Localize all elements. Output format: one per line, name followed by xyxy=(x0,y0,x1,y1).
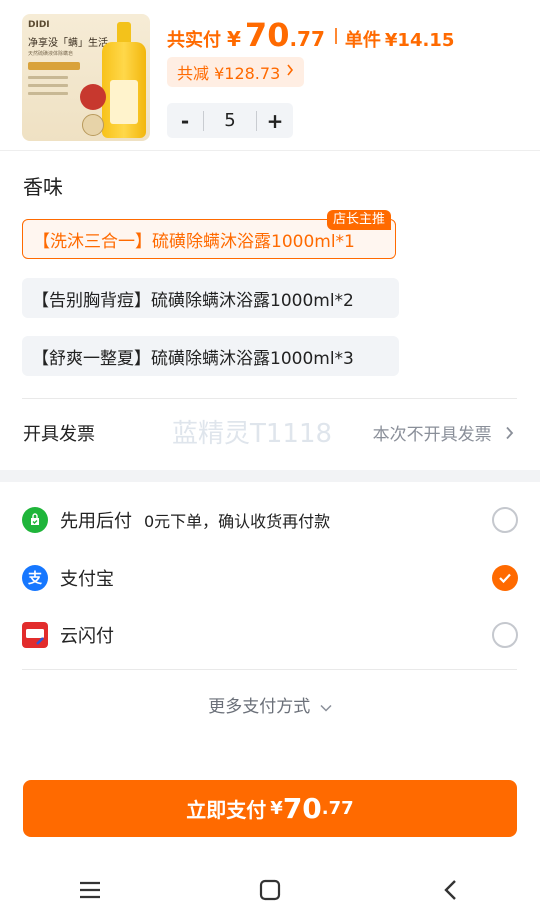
pay-button-amount-integer: 70 xyxy=(282,792,322,825)
scent-section-title: 香味 xyxy=(23,175,63,199)
payment-option-alipay[interactable]: 支 支付宝 xyxy=(22,558,518,598)
total-price-decimal: .77 xyxy=(289,27,325,51)
price-separator xyxy=(334,28,337,44)
chevron-down-icon xyxy=(320,697,332,717)
chevron-right-icon xyxy=(286,64,294,80)
home-icon[interactable] xyxy=(240,870,300,910)
invoice-label: 开具发票 xyxy=(23,424,95,445)
more-payment-label: 更多支付方式 xyxy=(208,697,311,717)
increase-quantity-button[interactable]: + xyxy=(257,109,293,133)
quantity-stepper: - 5 + xyxy=(167,103,293,138)
pay-button-currency: ¥ xyxy=(270,798,283,819)
total-price-integer: 70 xyxy=(244,16,290,54)
radio-button[interactable] xyxy=(492,622,518,648)
system-navigation-bar xyxy=(0,868,540,912)
decrease-quantity-button[interactable]: - xyxy=(167,109,203,133)
pay-now-button[interactable]: 立即支付 ¥ 70 .77 xyxy=(23,780,517,837)
quantity-value[interactable]: 5 xyxy=(203,110,257,131)
thumbnail-line-graphic xyxy=(28,76,68,79)
thumbnail-tag-graphic xyxy=(28,62,80,70)
product-summary: DIDI 净享没「螨」生活 天然硫磺液体除螨皂 共实付 ¥ 70 .77 单件 … xyxy=(0,0,540,150)
back-icon[interactable] xyxy=(420,870,480,910)
wechat-pay-icon xyxy=(22,507,48,533)
scent-option-label: 【告别胸背痘】硫磺除螨沐浴露1000ml*2 xyxy=(32,290,354,311)
divider xyxy=(0,150,540,151)
payment-name: 云闪付 xyxy=(60,626,114,647)
discount-text: 共减 ¥128.73 xyxy=(177,64,281,83)
scent-option-label: 【洗沐三合一】硫磺除螨沐浴露1000ml*1 xyxy=(33,231,355,252)
seal-graphic xyxy=(80,84,106,110)
bottle-pump-graphic xyxy=(117,22,131,44)
pay-button-amount-decimal: .77 xyxy=(321,798,354,819)
more-payment-methods-button[interactable]: 更多支付方式 xyxy=(0,692,540,717)
checkmark-icon xyxy=(499,573,511,584)
payment-option-unionpay[interactable]: 云闪付 xyxy=(22,615,518,655)
watermark: 蓝精灵T1118 xyxy=(172,419,333,449)
thumbnail-subtitle: 天然硫磺液体除螨皂 xyxy=(28,51,74,57)
total-price-label: 共实付 xyxy=(167,30,221,51)
thumbnail-brand: DIDI xyxy=(28,20,50,30)
unit-price-value: ¥14.15 xyxy=(384,30,455,51)
unit-price-label: 单件 xyxy=(344,30,381,51)
divider xyxy=(22,669,517,670)
pay-button-label: 立即支付 xyxy=(186,798,267,822)
bottle-label-graphic xyxy=(110,80,138,124)
payment-name: 先用后付 xyxy=(60,511,132,532)
payment-description: 0元下单，确认收货再付款 xyxy=(144,512,331,531)
chevron-right-icon xyxy=(505,425,514,445)
invoice-value: 本次不开具发票 xyxy=(372,425,492,445)
radio-button[interactable] xyxy=(492,507,518,533)
unionpay-icon xyxy=(22,622,48,648)
payment-name: 支付宝 xyxy=(60,569,114,590)
seal-graphic xyxy=(82,114,104,136)
discount-detail-button[interactable]: 共减 ¥128.73 xyxy=(167,57,305,87)
product-thumbnail[interactable]: DIDI 净享没「螨」生活 天然硫磺液体除螨皂 xyxy=(22,14,150,141)
scent-option-label: 【舒爽一整夏】硫磺除螨沐浴露1000ml*3 xyxy=(32,348,354,369)
alipay-icon: 支 xyxy=(22,565,48,591)
invoice-setting-button[interactable]: 本次不开具发票 xyxy=(373,420,514,445)
divider xyxy=(22,398,517,399)
total-price-currency: ¥ xyxy=(227,27,241,51)
section-separator xyxy=(0,470,540,482)
scent-option[interactable]: 【告别胸背痘】硫磺除螨沐浴露1000ml*2 xyxy=(22,278,399,318)
recommend-badge: 店长主推 xyxy=(327,210,392,230)
price-row: 共实付 ¥ 70 .77 单件 ¥14.15 xyxy=(167,16,454,56)
radio-button-checked[interactable] xyxy=(492,565,518,591)
thumbnail-line-graphic xyxy=(28,92,68,95)
thumbnail-slogan: 净享没「螨」生活 xyxy=(28,38,108,49)
scent-option[interactable]: 【舒爽一整夏】硫磺除螨沐浴露1000ml*3 xyxy=(22,336,399,376)
menu-icon[interactable] xyxy=(60,870,120,910)
payment-option-pay-later[interactable]: 先用后付 0元下单，确认收货再付款 xyxy=(22,500,518,540)
thumbnail-line-graphic xyxy=(28,84,68,87)
